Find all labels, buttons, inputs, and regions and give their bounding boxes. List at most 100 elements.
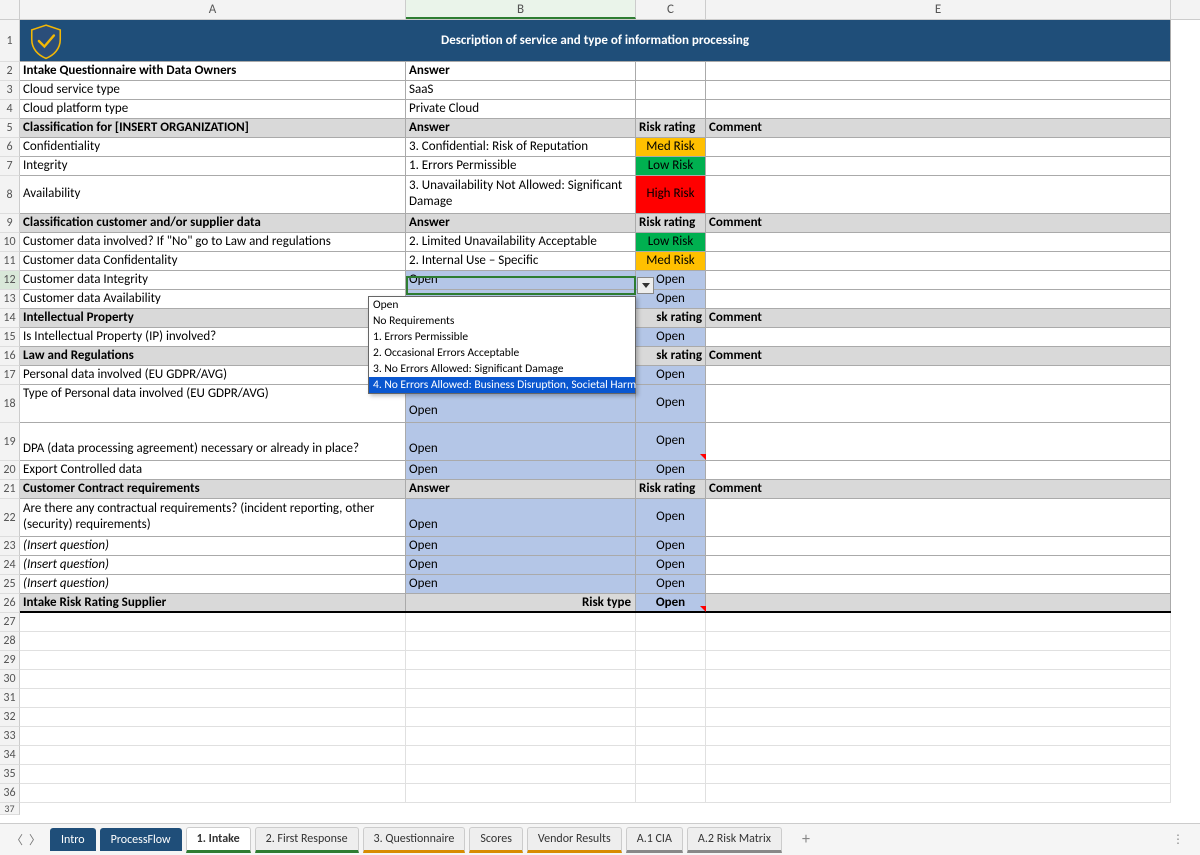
cell[interactable] [636,632,706,650]
risk-badge[interactable]: Open [636,594,706,611]
row-header[interactable]: 4 [0,100,20,119]
cell[interactable]: Risk rating [636,214,706,232]
cell[interactable]: Cloud platform type [20,100,406,118]
cell[interactable]: Comment [706,119,1171,137]
cell[interactable]: Comment [706,214,1171,232]
tab-intake[interactable]: 1. Intake [186,827,251,853]
cell[interactable] [20,765,406,783]
cell[interactable] [706,62,1171,80]
cell[interactable]: 2. Limited Unavailability Acceptable [406,233,636,251]
row-header[interactable]: 35 [0,765,20,784]
dropdown-option[interactable]: 2. Occasional Errors Acceptable [369,345,635,361]
tab-first-response[interactable]: 2. First Response [255,827,359,853]
dropdown-list[interactable]: Open No Requirements 1. Errors Permissib… [368,296,636,394]
risk-badge[interactable]: Open [636,328,706,346]
row-header[interactable]: 18 [0,385,20,423]
cell[interactable] [406,765,636,783]
cell[interactable] [406,689,636,707]
cell[interactable] [636,100,706,118]
cell[interactable]: Availability [20,176,406,213]
dropdown-option-selected[interactable]: 4. No Errors Allowed: Business Disruptio… [369,377,635,393]
row-header[interactable]: 22 [0,499,20,537]
risk-badge[interactable]: High Risk [636,176,706,213]
note-indicator-icon[interactable] [700,606,706,612]
tab-overflow-menu[interactable]: ⋮ [1172,832,1192,847]
cell[interactable] [20,670,406,688]
tab-questionnaire[interactable]: 3. Questionnaire [363,827,466,853]
row-header[interactable]: 24 [0,556,20,575]
row-header[interactable]: 16 [0,347,20,366]
cell[interactable] [636,727,706,745]
risk-badge[interactable]: Open [636,575,706,593]
cell[interactable] [636,746,706,764]
cell[interactable] [20,651,406,669]
cell[interactable] [706,746,1171,764]
row-header[interactable]: 1 [0,20,20,62]
cell[interactable]: Intellectual Property [20,309,406,327]
cell[interactable]: 1. Errors Permissible [406,157,636,175]
cell[interactable]: (Insert question) [20,556,406,574]
cell[interactable] [706,765,1171,783]
col-header-C[interactable]: C [636,0,706,19]
row-header[interactable]: 6 [0,138,20,157]
cell[interactable] [406,651,636,669]
cell[interactable]: (Insert question) [20,575,406,593]
row-header[interactable]: 8 [0,176,20,214]
dropdown-option[interactable]: Open [369,297,635,313]
row-header[interactable]: 15 [0,328,20,347]
row-header[interactable]: 7 [0,157,20,176]
risk-badge[interactable]: Open [636,499,706,536]
cell[interactable]: Open [406,461,636,479]
cell[interactable]: Private Cloud [406,100,636,118]
risk-badge[interactable]: Open [636,537,706,555]
cell[interactable] [20,746,406,764]
cell[interactable] [20,613,406,631]
cell[interactable]: Classification customer and/or supplier … [20,214,406,232]
col-header-E[interactable]: E [706,0,1171,19]
cell[interactable] [406,670,636,688]
cell[interactable]: Answer [406,214,636,232]
cell[interactable]: Customer Contract requirements [20,480,406,498]
cell[interactable]: Open [406,537,636,555]
cell[interactable] [706,100,1171,118]
cell[interactable] [20,784,406,802]
cell[interactable] [706,784,1171,802]
cell[interactable]: Open [406,556,636,574]
cell[interactable] [706,328,1171,346]
cell[interactable]: Risk type [406,594,636,611]
row-header[interactable]: 21 [0,480,20,499]
cell[interactable]: Intake Questionnaire with Data Owners [20,62,406,80]
cell[interactable] [406,632,636,650]
cell[interactable] [706,670,1171,688]
cell[interactable]: sk rating [636,347,706,365]
cell[interactable]: sk rating [636,309,706,327]
dropdown-option[interactable]: 1. Errors Permissible [369,329,635,345]
cell[interactable]: Is Intellectual Property (IP) involved? [20,328,406,346]
row-header[interactable]: 34 [0,746,20,765]
tab-vendor-results[interactable]: Vendor Results [527,827,622,853]
cell[interactable] [706,366,1171,384]
row-header[interactable]: 2 [0,62,20,81]
cell[interactable] [636,765,706,783]
cell[interactable]: 3. Unavailability Not Allowed: Significa… [406,176,636,213]
cell[interactable] [636,613,706,631]
cell[interactable]: Customer data Integrity [20,271,406,289]
cell[interactable] [706,556,1171,574]
row-header[interactable]: 20 [0,461,20,480]
cell[interactable] [706,575,1171,593]
cell[interactable] [706,271,1171,289]
cell[interactable] [406,708,636,726]
risk-badge[interactable]: Med Risk [636,252,706,270]
cell[interactable]: Answer [406,119,636,137]
row-header[interactable]: 29 [0,651,20,670]
cell[interactable]: Customer data Availability [20,290,406,308]
tab-a2-risk-matrix[interactable]: A.2 Risk Matrix [687,827,782,853]
cell[interactable]: Customer data Confidentality [20,252,406,270]
col-header-A[interactable]: A [20,0,406,19]
row-header[interactable]: 13 [0,290,20,309]
risk-badge[interactable]: Open [636,385,706,422]
select-all-corner[interactable] [0,0,20,19]
risk-badge[interactable]: Open [636,556,706,574]
cell[interactable] [406,784,636,802]
cell[interactable]: (Insert question) [20,537,406,555]
